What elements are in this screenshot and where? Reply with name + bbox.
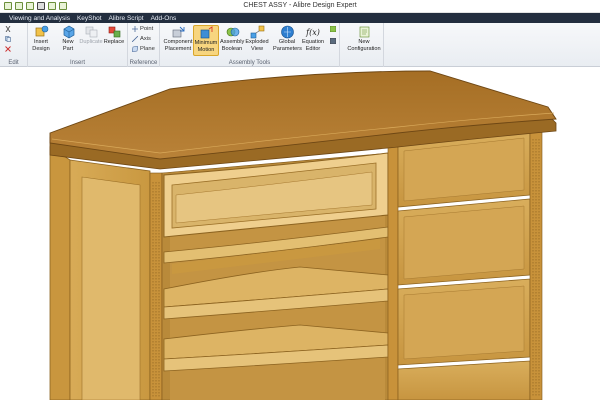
global-parameters-label: Global Parameters bbox=[273, 39, 302, 52]
left-door-panel bbox=[81, 176, 141, 400]
minimum-motion-button[interactable]: Minimum Motion bbox=[193, 25, 219, 56]
duplicate-label: Duplicate bbox=[79, 39, 103, 45]
assembly-boolean-button[interactable]: Assembly Boolean bbox=[219, 25, 245, 52]
copy-icon bbox=[5, 36, 11, 42]
global-parameters-icon bbox=[280, 25, 295, 39]
assembly-boolean-label: Assembly Boolean bbox=[220, 39, 245, 52]
axis-icon bbox=[132, 36, 138, 42]
plane-icon bbox=[132, 46, 138, 52]
exploded-view-icon bbox=[250, 25, 265, 39]
copy-button[interactable] bbox=[5, 36, 11, 42]
global-parameters-button[interactable]: Global Parameters bbox=[273, 25, 302, 52]
scissors-icon bbox=[5, 26, 11, 32]
cut-button[interactable] bbox=[5, 26, 11, 32]
component-placement-icon bbox=[171, 25, 186, 39]
plane-label: Plane bbox=[140, 46, 155, 52]
right-drawer-4[interactable] bbox=[397, 360, 531, 400]
replace-icon bbox=[107, 25, 122, 39]
point-icon bbox=[132, 26, 138, 32]
insert-design-button[interactable]: Insert Design bbox=[28, 25, 54, 52]
replace-button[interactable]: Replace bbox=[101, 25, 127, 46]
minimum-motion-label: Minimum Motion bbox=[194, 40, 218, 53]
ribbon-group-reference: Point Axis Plane Reference bbox=[128, 23, 160, 67]
axis-label: Axis bbox=[140, 36, 151, 42]
left-side-panel bbox=[49, 146, 71, 400]
right-drawer-3-panel bbox=[403, 285, 525, 360]
ribbon-group-configuration: New Configuration bbox=[330, 23, 384, 67]
equation-editor-button[interactable]: f(x) Equation Editor bbox=[300, 25, 326, 52]
configuration-tool-button[interactable] bbox=[330, 38, 336, 44]
component-placement-label: Component Placement bbox=[163, 39, 193, 52]
replace-label: Replace bbox=[103, 39, 125, 45]
delete-icon bbox=[5, 46, 11, 52]
plane-button[interactable]: Plane bbox=[132, 46, 155, 52]
exploded-view-button[interactable]: Exploded View bbox=[244, 25, 270, 52]
new-configuration-icon bbox=[357, 25, 372, 39]
point-label: Point bbox=[140, 26, 154, 32]
chest-assembly-model[interactable] bbox=[0, 67, 600, 400]
configuration-tool-icon bbox=[330, 38, 336, 44]
title-bar: CHEST ASSY - Alibre Design Expert bbox=[0, 0, 600, 13]
configuration-settings-icon bbox=[330, 26, 336, 32]
group-label-insert: Insert bbox=[69, 60, 85, 66]
window-title: CHEST ASSY - Alibre Design Expert bbox=[243, 2, 357, 9]
new-configuration-button[interactable]: New Configuration bbox=[344, 25, 384, 52]
new-part-label: New Part bbox=[62, 39, 74, 52]
new-configuration-label: New Configuration bbox=[347, 39, 381, 52]
equation-editor-label: Equation Editor bbox=[301, 39, 325, 52]
ribbon: Edit Insert Design New Part Duplicate Re… bbox=[0, 23, 600, 67]
component-placement-button[interactable]: Component Placement bbox=[162, 25, 194, 52]
ribbon-group-assembly-tools: Component Placement Minimum Motion Assem… bbox=[160, 23, 340, 67]
insert-design-label: Insert Design bbox=[32, 39, 50, 52]
axis-button[interactable]: Axis bbox=[132, 36, 151, 42]
assembly-boolean-icon bbox=[225, 25, 240, 39]
group-label-edit: Edit bbox=[8, 60, 19, 66]
configuration-settings-button[interactable] bbox=[330, 26, 336, 32]
equation-editor-icon: f(x) bbox=[306, 27, 320, 37]
ribbon-group-edit: Edit bbox=[0, 23, 28, 67]
point-button[interactable]: Point bbox=[132, 26, 153, 32]
center-column bbox=[387, 146, 399, 400]
new-part-icon bbox=[61, 25, 76, 39]
model-viewport[interactable] bbox=[0, 67, 600, 400]
menu-keyshot[interactable]: KeyShot bbox=[77, 15, 102, 22]
minimum-motion-icon bbox=[199, 26, 214, 40]
group-label-reference: Reference bbox=[129, 60, 158, 66]
insert-design-icon bbox=[34, 25, 49, 39]
menu-alibre-script[interactable]: Alibre Script bbox=[109, 15, 144, 22]
right-drawer-2-panel bbox=[403, 205, 525, 280]
group-label-assembly-tools: Assembly Tools bbox=[228, 60, 271, 66]
menu-bar: Viewing and Analysis KeyShot Alibre Scri… bbox=[0, 13, 600, 23]
menu-viewing-and-analysis[interactable]: Viewing and Analysis bbox=[9, 15, 70, 22]
ribbon-group-insert: Insert Design New Part Duplicate Replace… bbox=[28, 23, 128, 67]
delete-button[interactable] bbox=[5, 46, 11, 52]
duplicate-icon bbox=[84, 25, 99, 39]
exploded-view-label: Exploded View bbox=[245, 39, 269, 52]
menu-add-ons[interactable]: Add-Ons bbox=[151, 15, 177, 22]
